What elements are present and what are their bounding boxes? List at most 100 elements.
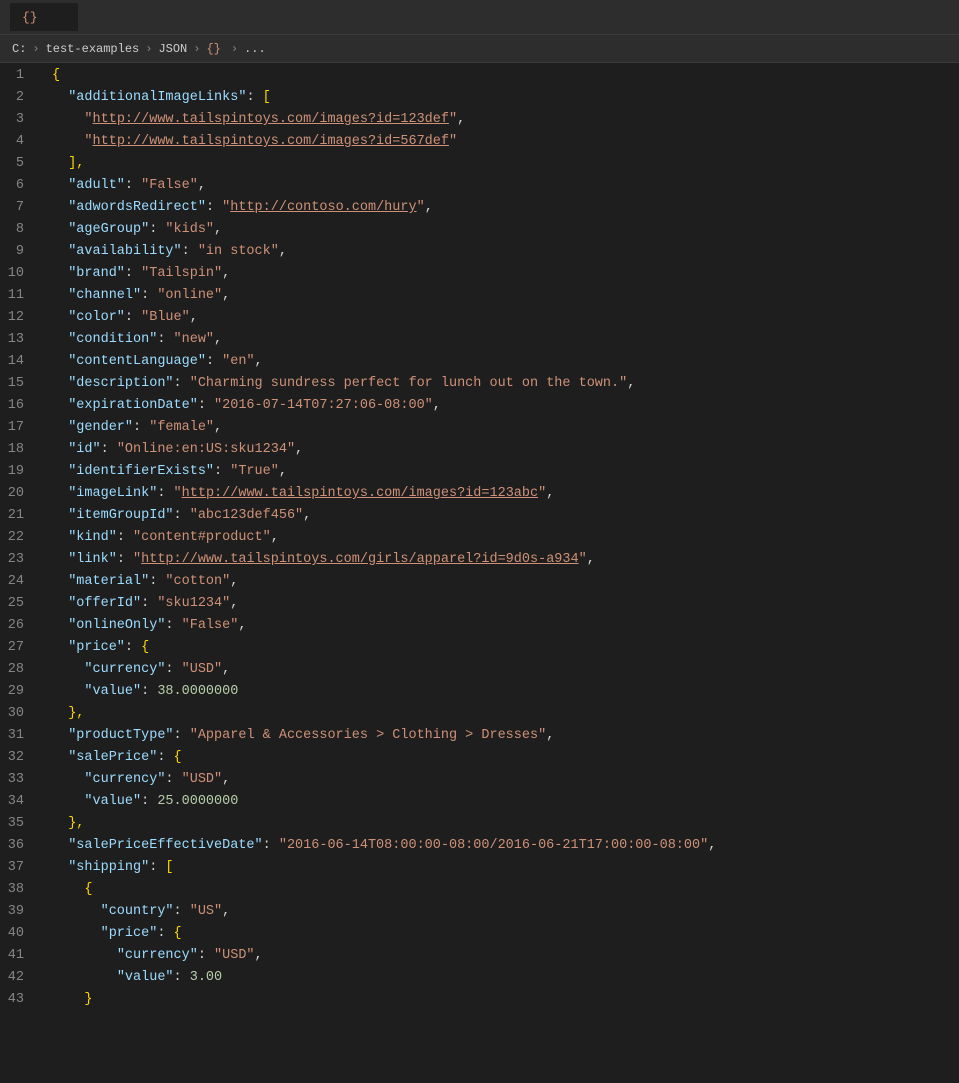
line-number: 24	[0, 571, 34, 593]
line-number: 8	[0, 219, 34, 241]
line-number: 3	[0, 109, 34, 131]
line-number: 19	[0, 461, 34, 483]
breadcrumb-sep-4: ›	[231, 42, 238, 56]
code-line: "currency": "USD",	[52, 945, 959, 967]
code-line: "adwordsRedirect": "http://contoso.com/h…	[52, 197, 959, 219]
line-number: 11	[0, 285, 34, 307]
code-line: "kind": "content#product",	[52, 527, 959, 549]
code-line: "material": "cotton",	[52, 571, 959, 593]
line-number: 25	[0, 593, 34, 615]
code-line: "expirationDate": "2016-07-14T07:27:06-0…	[52, 395, 959, 417]
json-file-icon: {}	[22, 10, 38, 25]
line-numbers: 1234567891011121314151617181920212223242…	[0, 63, 42, 1083]
code-line: "contentLanguage": "en",	[52, 351, 959, 373]
breadcrumb-ellipsis: ...	[244, 42, 266, 56]
title-bar: {}	[0, 0, 959, 35]
code-line: },	[52, 703, 959, 725]
line-number: 31	[0, 725, 34, 747]
code-line: "ageGroup": "kids",	[52, 219, 959, 241]
breadcrumb-sep-1: ›	[32, 42, 39, 56]
breadcrumb-folder-json: JSON	[158, 42, 187, 56]
code-line: },	[52, 813, 959, 835]
code-line: "onlineOnly": "False",	[52, 615, 959, 637]
code-line: "gender": "female",	[52, 417, 959, 439]
code-line: "description": "Charming sundress perfec…	[52, 373, 959, 395]
code-line: "link": "http://www.tailspintoys.com/gir…	[52, 549, 959, 571]
breadcrumb-drive: C:	[12, 42, 26, 56]
line-number: 40	[0, 923, 34, 945]
tab-close-button[interactable]	[50, 9, 66, 25]
line-number: 10	[0, 263, 34, 285]
line-number: 27	[0, 637, 34, 659]
code-line: "brand": "Tailspin",	[52, 263, 959, 285]
code-line: "channel": "online",	[52, 285, 959, 307]
code-content[interactable]: { "additionalImageLinks": [ "http://www.…	[42, 63, 959, 1083]
code-line: "itemGroupId": "abc123def456",	[52, 505, 959, 527]
line-number: 39	[0, 901, 34, 923]
line-number: 13	[0, 329, 34, 351]
code-line: "price": {	[52, 637, 959, 659]
line-number: 20	[0, 483, 34, 505]
code-line: "currency": "USD",	[52, 769, 959, 791]
code-line: ],	[52, 153, 959, 175]
code-line: "currency": "USD",	[52, 659, 959, 681]
code-line: "adult": "False",	[52, 175, 959, 197]
line-number: 28	[0, 659, 34, 681]
line-number: 2	[0, 87, 34, 109]
breadcrumb: C: › test-examples › JSON › {} › ...	[0, 35, 959, 63]
code-line: "salePrice": {	[52, 747, 959, 769]
code-line: "http://www.tailspintoys.com/images?id=5…	[52, 131, 959, 153]
code-line: "country": "US",	[52, 901, 959, 923]
breadcrumb-file-icon: {}	[206, 42, 220, 56]
line-number: 5	[0, 153, 34, 175]
code-line: "value": 38.0000000	[52, 681, 959, 703]
line-number: 36	[0, 835, 34, 857]
code-line: "id": "Online:en:US:sku1234",	[52, 439, 959, 461]
code-line: "value": 3.00	[52, 967, 959, 989]
editor-area: 1234567891011121314151617181920212223242…	[0, 63, 959, 1083]
code-line: "price": {	[52, 923, 959, 945]
line-number: 30	[0, 703, 34, 725]
line-number: 38	[0, 879, 34, 901]
breadcrumb-sep-2: ›	[145, 42, 152, 56]
line-number: 6	[0, 175, 34, 197]
code-line: "imageLink": "http://www.tailspintoys.co…	[52, 483, 959, 505]
code-line: "shipping": [	[52, 857, 959, 879]
line-number: 23	[0, 549, 34, 571]
line-number: 37	[0, 857, 34, 879]
code-line: "condition": "new",	[52, 329, 959, 351]
line-number: 33	[0, 769, 34, 791]
line-number: 43	[0, 989, 34, 1011]
code-line: "http://www.tailspintoys.com/images?id=1…	[52, 109, 959, 131]
line-number: 21	[0, 505, 34, 527]
line-number: 22	[0, 527, 34, 549]
line-number: 17	[0, 417, 34, 439]
line-number: 29	[0, 681, 34, 703]
line-number: 4	[0, 131, 34, 153]
line-number: 41	[0, 945, 34, 967]
line-number: 34	[0, 791, 34, 813]
line-number: 15	[0, 373, 34, 395]
code-line: {	[52, 879, 959, 901]
editor-tab[interactable]: {}	[10, 3, 78, 31]
breadcrumb-folder-test: test-examples	[46, 42, 140, 56]
line-number: 18	[0, 439, 34, 461]
code-line: "value": 25.0000000	[52, 791, 959, 813]
code-line: "additionalImageLinks": [	[52, 87, 959, 109]
code-line: {	[52, 65, 959, 87]
line-number: 35	[0, 813, 34, 835]
line-number: 42	[0, 967, 34, 989]
line-number: 7	[0, 197, 34, 219]
code-line: "offerId": "sku1234",	[52, 593, 959, 615]
code-line: "salePriceEffectiveDate": "2016-06-14T08…	[52, 835, 959, 857]
line-number: 26	[0, 615, 34, 637]
line-number: 12	[0, 307, 34, 329]
code-line: "identifierExists": "True",	[52, 461, 959, 483]
code-line: "availability": "in stock",	[52, 241, 959, 263]
line-number: 14	[0, 351, 34, 373]
line-number: 16	[0, 395, 34, 417]
line-number: 1	[0, 65, 34, 87]
code-line: "productType": "Apparel & Accessories > …	[52, 725, 959, 747]
line-number: 9	[0, 241, 34, 263]
line-number: 32	[0, 747, 34, 769]
